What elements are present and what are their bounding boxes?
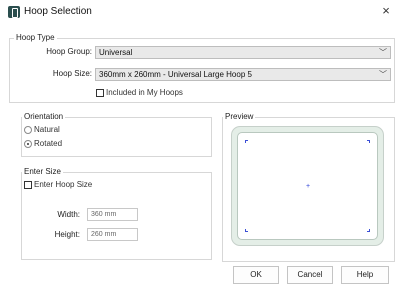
enter-hoop-size-checkbox[interactable]	[24, 181, 32, 189]
enter-size-legend: Enter Size	[22, 167, 63, 177]
center-crosshair-icon: +	[306, 183, 311, 190]
hoop-group-label: Hoop Group:	[46, 47, 92, 56]
corner-mark-icon	[367, 229, 370, 232]
corner-mark-icon	[245, 140, 248, 143]
natural-label: Natural	[34, 125, 60, 134]
help-button[interactable]: Help	[341, 266, 389, 284]
title-bar: Hoop Selection ×	[0, 0, 396, 24]
chevron-down-icon: ﹀	[379, 70, 387, 79]
rotated-radio[interactable]	[24, 140, 32, 148]
natural-radio[interactable]	[24, 126, 32, 134]
rotated-label: Rotated	[34, 139, 63, 148]
hoop-preview: +	[231, 126, 384, 246]
hoop-size-label: Hoop Size:	[52, 69, 92, 78]
orientation-group: Orientation	[21, 112, 212, 157]
height-label: Height:	[54, 230, 80, 239]
hoop-type-legend: Hoop Type	[14, 33, 57, 43]
included-in-my-hoops-checkbox[interactable]	[96, 89, 104, 97]
corner-mark-icon	[367, 140, 370, 143]
hoop-sewing-area: +	[237, 132, 378, 240]
ok-button[interactable]: OK	[233, 266, 279, 284]
hoop-size-value: 360mm x 260mm - Universal Large Hoop 5	[99, 70, 252, 79]
hoop-size-select[interactable]: 360mm x 260mm - Universal Large Hoop 5 ﹀	[95, 68, 391, 81]
width-label: Width:	[57, 210, 80, 219]
preview-legend: Preview	[223, 112, 256, 122]
window-title: Hoop Selection	[24, 6, 92, 17]
hoop-group-select[interactable]: Universal ﹀	[95, 46, 391, 59]
enter-hoop-size-label: Enter Hoop Size	[34, 180, 93, 189]
height-input[interactable]: 260 mm	[87, 228, 138, 241]
included-in-my-hoops-label: Included in My Hoops	[106, 88, 183, 97]
orientation-legend: Orientation	[22, 112, 66, 122]
corner-mark-icon	[245, 229, 248, 232]
hoop-group-value: Universal	[99, 48, 133, 57]
cancel-button[interactable]: Cancel	[287, 266, 333, 284]
close-icon[interactable]: ×	[379, 3, 393, 19]
chevron-down-icon: ﹀	[379, 48, 387, 57]
width-input[interactable]: 360 mm	[87, 208, 138, 221]
app-icon	[8, 6, 20, 18]
